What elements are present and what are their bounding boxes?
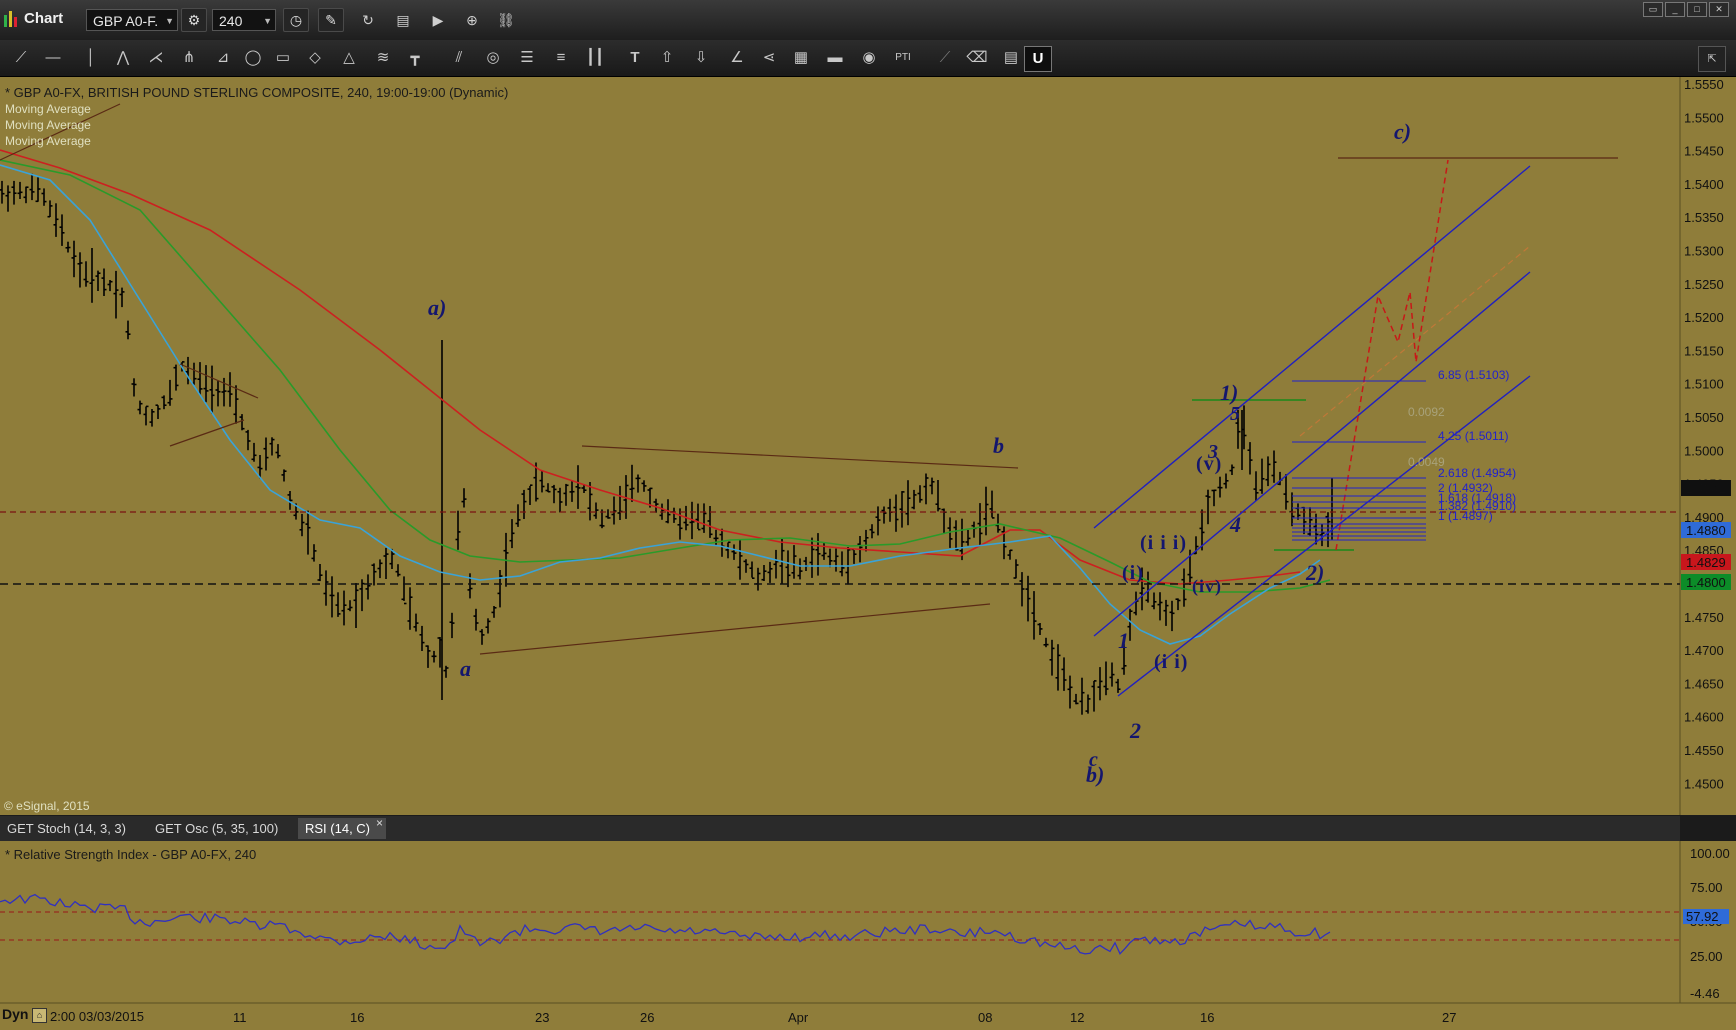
rsi-tick-label: -4.46 bbox=[1690, 986, 1720, 1001]
price-tick-label: 1.5550 bbox=[1684, 77, 1724, 92]
copyright: © eSignal, 2015 bbox=[4, 799, 90, 813]
wave-label-1-paren: 1) bbox=[1220, 380, 1238, 405]
time-tick-label: 11 bbox=[233, 1010, 247, 1025]
wave-label-ii: (i i) bbox=[1154, 651, 1188, 673]
fib-label-2-618: 2.618 (1.4954) bbox=[1438, 466, 1516, 480]
price-marker-label: 1.4880 bbox=[1686, 523, 1726, 538]
price-tick-label: 1.4600 bbox=[1684, 710, 1724, 725]
wave-label-i: (i) bbox=[1122, 562, 1144, 584]
study-label-ma-3: Moving Average bbox=[5, 134, 91, 148]
fib-label-0049: 0.0049 bbox=[1408, 455, 1445, 469]
wave-label-c-paren: c) bbox=[1394, 119, 1411, 144]
time-tick-label: 08 bbox=[978, 1010, 992, 1025]
time-axis-start-date: 2:00 03/03/2015 bbox=[50, 1009, 144, 1024]
time-tick-label: 23 bbox=[535, 1010, 549, 1025]
price-tick-label: 1.5100 bbox=[1684, 377, 1724, 392]
rsi-value-label: 57.92 bbox=[1686, 909, 1719, 924]
price-marker: 1.4941 bbox=[1681, 480, 1731, 496]
price-tick-label: 1.5300 bbox=[1684, 244, 1724, 259]
tab-get-stoch[interactable]: GET Stoch (14, 3, 3) bbox=[0, 818, 133, 839]
price-marker: 1.4880 bbox=[1681, 522, 1731, 538]
price-marker: 1.4800 bbox=[1681, 574, 1731, 590]
price-tick-label: 1.5050 bbox=[1684, 410, 1724, 425]
tab-rsi[interactable]: RSI (14, C) × bbox=[298, 816, 387, 839]
price-tick-label: 1.5450 bbox=[1684, 144, 1724, 159]
time-tick-label: 16 bbox=[1200, 1010, 1214, 1025]
time-tick-label: 27 bbox=[1442, 1010, 1456, 1025]
wave-label-b: b bbox=[993, 433, 1004, 458]
wave-label-a: a bbox=[460, 656, 471, 681]
fib-label-4-25: 4.25 (1.5011) bbox=[1438, 429, 1509, 443]
time-axis-mode[interactable]: Dyn bbox=[2, 1006, 28, 1022]
price-tick-label: 1.5400 bbox=[1684, 177, 1724, 192]
time-axis[interactable] bbox=[0, 1003, 1736, 1030]
price-tick-label: 1.5000 bbox=[1684, 443, 1724, 458]
price-tick-label: 1.5200 bbox=[1684, 310, 1724, 325]
price-marker-label: 1.4941 bbox=[1686, 481, 1726, 496]
chart-area[interactable]: 1.5550 1.5500 1.5450 1.5400 1.5350 1.5300 1.52… bbox=[0, 0, 1736, 1030]
wave-label-iii: (i i i) bbox=[1140, 532, 1187, 554]
wave-label-b-paren: b) bbox=[1086, 762, 1104, 787]
close-icon[interactable]: × bbox=[376, 813, 383, 834]
time-tick-label: 16 bbox=[350, 1010, 364, 1025]
price-marker: 1.4829 bbox=[1681, 554, 1731, 570]
wave-label-v: (v) bbox=[1196, 453, 1222, 475]
rsi-tick-label: 100.00 bbox=[1690, 846, 1730, 861]
tab-get-osc[interactable]: GET Osc (5, 35, 100) bbox=[148, 818, 285, 839]
time-tick-label: 12 bbox=[1070, 1010, 1084, 1025]
price-tick-label: 1.4500 bbox=[1684, 776, 1724, 791]
lock-icon[interactable]: ⌂ bbox=[32, 1008, 47, 1023]
wave-label-4: 4 bbox=[1229, 512, 1241, 537]
wave-label-5: 5 bbox=[1230, 403, 1240, 425]
price-tick-label: 1.5250 bbox=[1684, 277, 1724, 292]
rsi-value-marker: 57.92 bbox=[1683, 909, 1729, 924]
price-tick-label: 1.5350 bbox=[1684, 210, 1724, 225]
time-tick-label: Apr bbox=[788, 1010, 809, 1025]
rsi-title: * Relative Strength Index - GBP A0-FX, 2… bbox=[5, 847, 256, 862]
price-marker-label: 1.4829 bbox=[1686, 555, 1726, 570]
wave-label-1: 1 bbox=[1118, 628, 1129, 653]
tab-rsi-label: RSI (14, C) bbox=[305, 821, 371, 836]
indicator-tabs: GET Stoch (14, 3, 3) GET Osc (5, 35, 100… bbox=[0, 816, 1680, 841]
study-label-ma-1: Moving Average bbox=[5, 102, 91, 116]
study-label-ma-2: Moving Average bbox=[5, 118, 91, 132]
fib-label-6-85: 6.85 (1.5103) bbox=[1438, 368, 1509, 382]
price-tick-label: 1.4650 bbox=[1684, 676, 1724, 691]
chart-description: * GBP A0-FX, BRITISH POUND STERLING COMP… bbox=[5, 85, 508, 100]
wave-label-2: 2 bbox=[1129, 718, 1141, 743]
wave-label-a-paren: a) bbox=[428, 295, 446, 320]
price-tick-label: 1.4700 bbox=[1684, 643, 1724, 658]
time-tick-label: 26 bbox=[640, 1010, 654, 1025]
rsi-tick-label: 25.00 bbox=[1690, 949, 1723, 964]
wave-label-2-paren: 2) bbox=[1305, 560, 1324, 585]
price-tick-label: 1.5150 bbox=[1684, 343, 1724, 358]
price-tick-label: 1.4750 bbox=[1684, 610, 1724, 625]
price-marker-label: 1.4800 bbox=[1686, 575, 1726, 590]
price-tick-label: 1.5500 bbox=[1684, 110, 1724, 125]
price-tick-label: 1.4550 bbox=[1684, 743, 1724, 758]
fib-label-1: 1 (1.4897) bbox=[1438, 509, 1493, 523]
price-panel[interactable] bbox=[0, 77, 1680, 815]
wave-label-iv: (iv) bbox=[1192, 576, 1222, 597]
fib-label-0092: 0.0092 bbox=[1408, 405, 1445, 419]
rsi-tick-label: 75.00 bbox=[1690, 880, 1723, 895]
